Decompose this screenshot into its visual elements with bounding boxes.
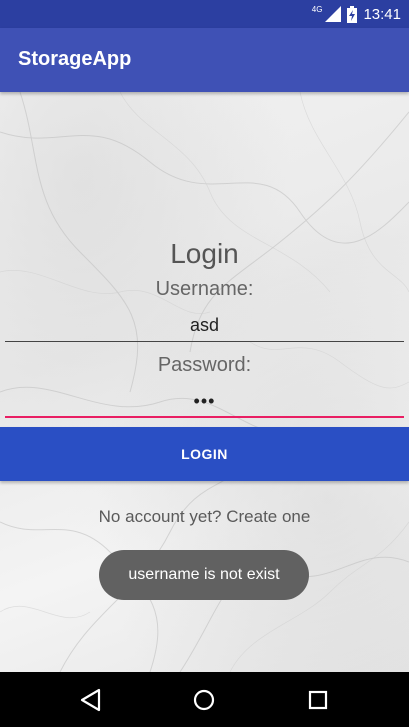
toast-text: username is not exist	[128, 566, 280, 583]
signal-icon	[325, 6, 342, 22]
recents-icon[interactable]	[304, 686, 332, 714]
network-type: 4G	[311, 4, 323, 14]
clock: 13:41	[363, 5, 401, 23]
username-label: Username:	[155, 278, 254, 300]
login-screen: Login Username: Password: LOGIN No accou…	[0, 92, 409, 672]
toast-message: username is not exist	[99, 550, 309, 600]
back-icon[interactable]	[77, 686, 105, 714]
status-bar: 4G 13:41	[0, 0, 409, 28]
battery-charging-icon	[347, 5, 358, 23]
password-input[interactable]	[5, 386, 404, 418]
login-title: Login	[170, 238, 239, 269]
username-input[interactable]	[5, 310, 404, 342]
password-label: Password:	[157, 354, 252, 376]
home-icon[interactable]	[190, 686, 218, 714]
app-bar: StorageApp	[0, 28, 409, 92]
navigation-bar	[0, 672, 409, 727]
status-icons: 4G 13:41	[312, 4, 401, 24]
login-button[interactable]: LOGIN	[0, 427, 409, 481]
create-account-link[interactable]: No account yet? Create one	[0, 507, 409, 527]
app-title: StorageApp	[18, 48, 132, 70]
